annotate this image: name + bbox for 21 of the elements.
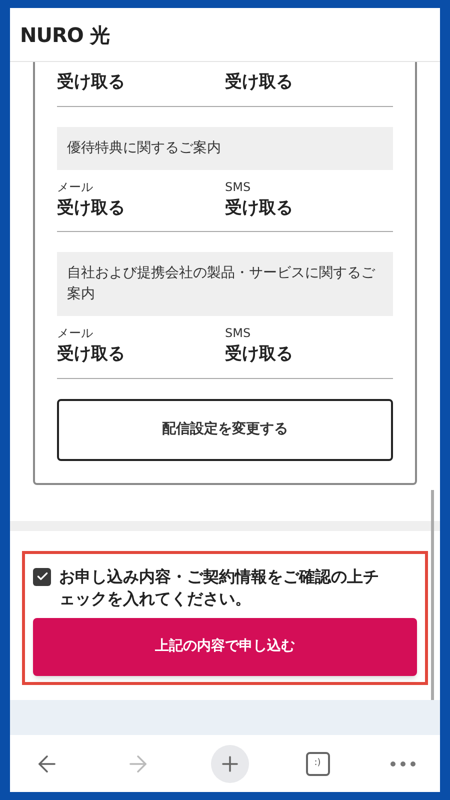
field-value: 受け取る [57, 71, 126, 94]
field-value: 受け取る [57, 196, 126, 220]
more-icon [390, 760, 416, 766]
field-label: メール [57, 325, 94, 342]
field-label: SMS [225, 325, 252, 342]
submit-button[interactable]: 上記の内容で申し込む [33, 618, 417, 676]
field-value: 受け取る [225, 71, 294, 94]
logo: NURO 光 [20, 22, 110, 48]
field-label: SMS [225, 178, 252, 196]
new-tab-button[interactable] [211, 744, 249, 782]
section-heading: 優待特典に関するご案内 [57, 126, 393, 170]
field-label: メール [57, 178, 94, 196]
check-icon [36, 570, 48, 583]
field-value: 受け取る [225, 196, 294, 220]
section-heading: 自社および提携会社の製品・サービスに関するご案内 [57, 252, 393, 316]
tabs-button[interactable]: :) [306, 752, 330, 776]
consent-text: お申し込み内容・ご契約情報をご確認の上チェックを入れてください。 [59, 566, 380, 610]
consent-checkbox[interactable] [33, 568, 51, 586]
change-settings-button[interactable]: 配信設定を変更する [57, 398, 393, 460]
field-value: 受け取る [57, 343, 126, 366]
field-value: 受け取る [225, 343, 294, 366]
